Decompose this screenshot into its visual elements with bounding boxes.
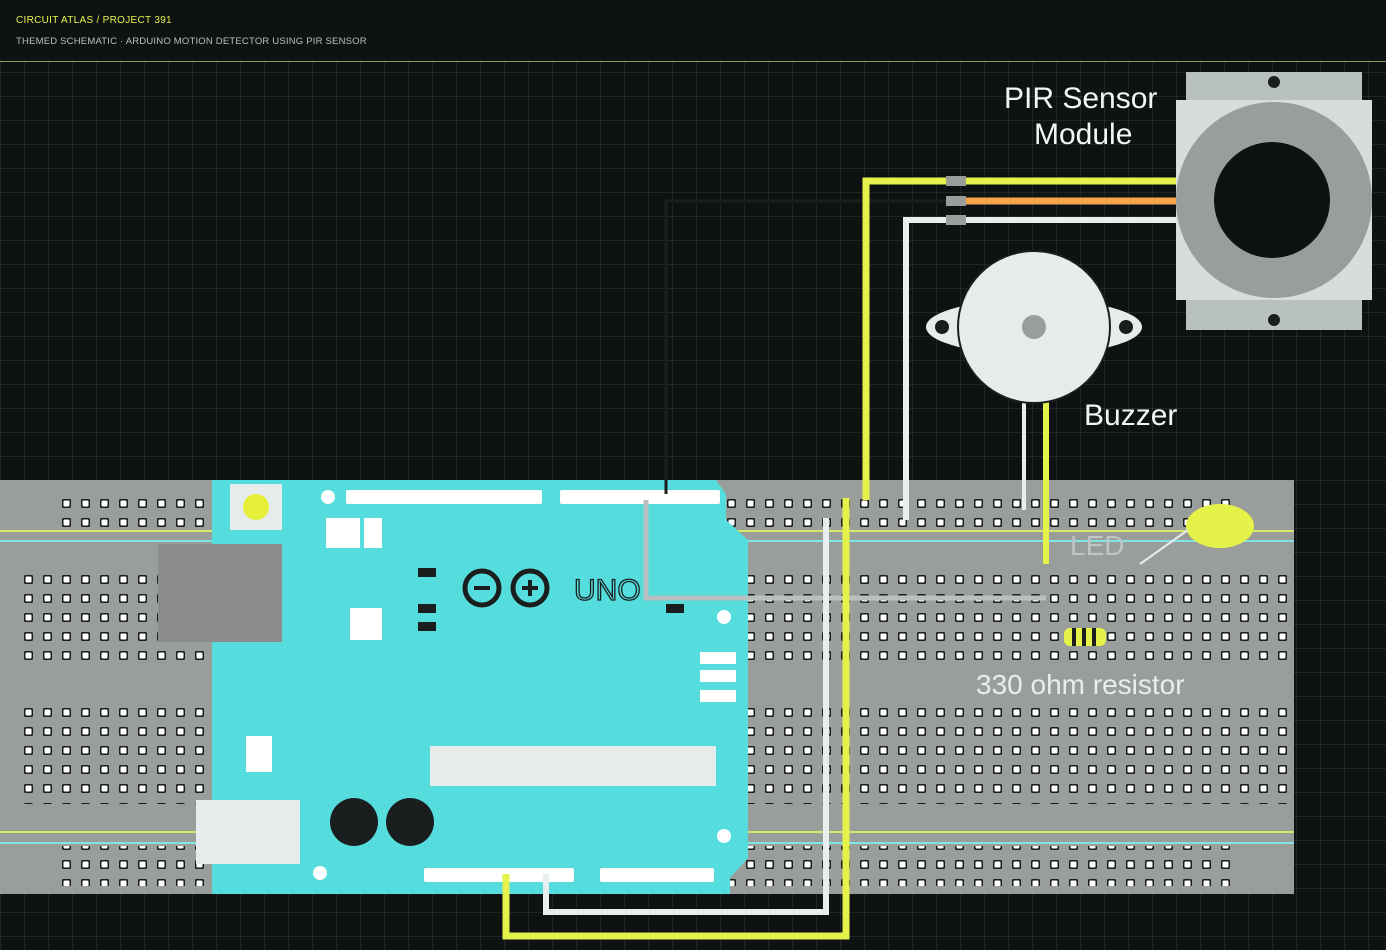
pir-label-line1: PIR Sensor — [1004, 82, 1158, 115]
status-led — [666, 604, 684, 613]
usb-chip — [350, 608, 382, 640]
icsp-header — [364, 518, 382, 548]
icsp-header — [326, 518, 360, 548]
mounting-hole — [1268, 314, 1280, 326]
side-header — [700, 670, 736, 682]
analog-header[interactable] — [600, 868, 714, 882]
digital-header[interactable] — [346, 490, 542, 504]
mounting-hole — [313, 866, 327, 880]
led-label: LED — [1070, 530, 1125, 561]
power-header[interactable] — [424, 868, 574, 882]
buzzer-label: Buzzer — [1084, 399, 1178, 432]
mounting-hole — [321, 490, 335, 504]
side-header — [700, 690, 736, 702]
mounting-hole — [1268, 76, 1280, 88]
buzzer-mount-hole — [935, 320, 949, 334]
capacitor — [386, 798, 434, 846]
schematic-canvas: CIRCUIT ATLAS / PROJECT 391 THEMED SCHEM… — [0, 0, 1386, 950]
atmega-chip — [430, 746, 716, 786]
mounting-hole — [717, 829, 731, 843]
pir-pin — [946, 176, 966, 186]
digital-header[interactable] — [560, 490, 720, 504]
pir-pin — [946, 215, 966, 225]
resistor-330-ohm[interactable] — [1064, 628, 1106, 646]
status-led — [418, 604, 436, 613]
side-header — [700, 652, 736, 664]
status-led — [418, 622, 436, 631]
board-logo-text: UNO — [574, 574, 641, 607]
buzzer-center-icon — [1022, 315, 1046, 339]
status-led — [418, 568, 436, 577]
power-jack — [158, 544, 282, 642]
usb-port — [196, 800, 300, 864]
mounting-hole — [717, 610, 731, 624]
pir-dome-lens — [1214, 142, 1330, 258]
arduino-uno-board[interactable]: UNO — [158, 480, 748, 894]
capacitor — [330, 798, 378, 846]
pir-label-line2: Module — [1034, 118, 1133, 151]
voltage-regulator — [246, 736, 272, 772]
pir-pin — [946, 196, 966, 206]
circuit-diagram: UNO — [0, 72, 1372, 940]
reset-button-cap[interactable] — [243, 494, 269, 520]
buzzer-mount-hole — [1119, 320, 1133, 334]
resistor-label: 330 ohm resistor — [976, 669, 1185, 700]
buzzer[interactable] — [926, 250, 1142, 404]
